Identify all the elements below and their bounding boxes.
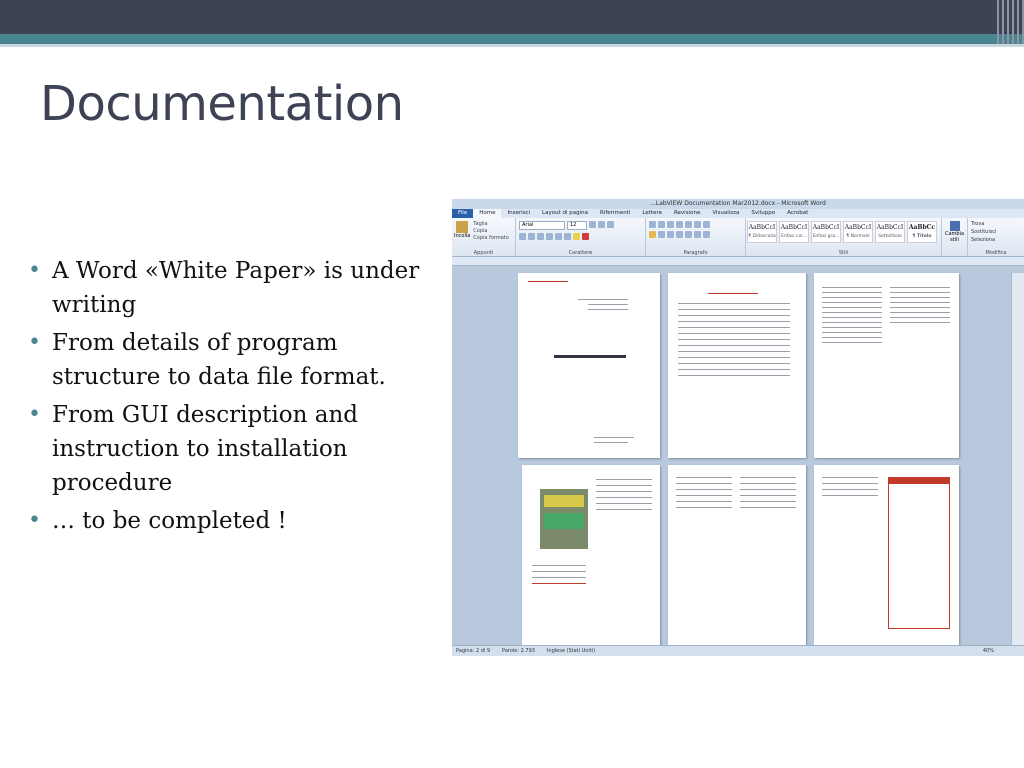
ribbon-group-clipboard: Incolla Taglia Copia Copia formato Appun… <box>452 218 516 256</box>
group-label: Appunti <box>473 250 494 256</box>
status-zoom[interactable]: 40% <box>983 646 1024 656</box>
status-language: Inglese (Stati Uniti) <box>546 648 596 654</box>
tab-developer[interactable]: Sviluppo <box>745 209 781 218</box>
bullet-item: From details of program structure to dat… <box>24 326 424 394</box>
change-styles-button[interactable]: Cambia stili <box>942 218 968 256</box>
word-status-bar: Pagina: 2 di 9 Parole: 2.793 Inglese (St… <box>452 645 1024 656</box>
status-page: Pagina: 2 di 9 <box>456 648 491 654</box>
word-screenshot: ...LabVIEW Documentation Mar2012.docx - … <box>452 199 1024 656</box>
slide-title: Documentation <box>40 76 404 132</box>
tab-acrobat[interactable]: Acrobat <box>781 209 814 218</box>
style-title[interactable]: AaBbCc ¶ Titolo <box>907 221 937 243</box>
indent-increase-icon[interactable] <box>685 221 692 228</box>
font-size-select[interactable]: 12 <box>567 221 587 230</box>
numbering-icon[interactable] <box>658 221 665 228</box>
vertical-scrollbar[interactable] <box>1011 273 1024 645</box>
group-label: Paragrafo <box>683 250 708 256</box>
slide-corner-stripes <box>980 0 1024 44</box>
bold-icon[interactable] <box>519 233 526 240</box>
align-center-icon[interactable] <box>658 231 665 238</box>
pilcrow-icon[interactable] <box>703 221 710 228</box>
bullet-item: From GUI description and instruction to … <box>24 398 424 500</box>
select-button[interactable]: Seleziona <box>971 236 1021 244</box>
underline-icon[interactable] <box>537 233 544 240</box>
subscript-icon[interactable] <box>555 233 562 240</box>
ribbon-group-styles: AaBbCcI ¶ Didascalia AaBbCcI Enfasi cor...… <box>746 218 942 256</box>
bullet-list: A Word «White Paper» is under writing Fr… <box>24 254 424 542</box>
copy-button[interactable]: Copia <box>473 228 509 235</box>
tab-file[interactable]: File <box>452 209 474 218</box>
tab-mailings[interactable]: Lettere <box>636 209 668 218</box>
font-color-icon[interactable] <box>582 233 589 240</box>
highlight-icon[interactable] <box>573 233 580 240</box>
superscript-icon[interactable] <box>564 233 571 240</box>
ribbon-group-paragraph: Paragrafo <box>646 218 746 256</box>
style-subtitle[interactable]: AaBbCcI Sottotitolo <box>875 221 905 243</box>
doc-page <box>814 273 959 458</box>
gui-screenshot-figure <box>540 489 588 549</box>
multilevel-icon[interactable] <box>667 221 674 228</box>
tab-references[interactable]: Riferimenti <box>594 209 636 218</box>
doc-page <box>814 465 959 650</box>
strikethrough-icon[interactable] <box>546 233 553 240</box>
shading-icon[interactable] <box>694 231 701 238</box>
format-painter-button[interactable]: Copia formato <box>473 235 509 242</box>
word-ribbon: Incolla Taglia Copia Copia formato Appun… <box>452 218 1024 257</box>
ribbon-group-font: Arial 12 Carattere <box>516 218 646 256</box>
word-title-bar: ...LabVIEW Documentation Mar2012.docx - … <box>452 199 1024 209</box>
doc-page <box>668 465 806 650</box>
group-label: Carattere <box>568 250 593 256</box>
align-right-icon[interactable] <box>667 231 674 238</box>
slide-top-bar <box>0 0 1024 34</box>
style-strong[interactable]: AaBbCcI Enfasi gra... <box>811 221 841 243</box>
line-spacing-icon[interactable] <box>685 231 692 238</box>
cut-button[interactable]: Taglia <box>473 221 509 228</box>
shrink-font-icon[interactable] <box>598 221 605 228</box>
document-pages-area <box>452 273 1012 650</box>
style-emphasis[interactable]: AaBbCcI Enfasi cor... <box>779 221 809 243</box>
tab-view[interactable]: Visualizza <box>706 209 745 218</box>
find-button[interactable]: Trova <box>971 220 1021 228</box>
indent-decrease-icon[interactable] <box>676 221 683 228</box>
doc-page <box>522 465 660 650</box>
grow-font-icon[interactable] <box>589 221 596 228</box>
word-ruler <box>452 257 1024 266</box>
style-caption[interactable]: AaBbCcI ¶ Didascalia <box>747 221 777 243</box>
tab-home[interactable]: Home <box>473 209 502 218</box>
ribbon-group-editing: Trova Sostituisci Seleziona Modifica <box>968 218 1024 256</box>
slide-accent-bar <box>0 34 1024 44</box>
paste-button[interactable]: Incolla <box>454 221 470 242</box>
bullets-icon[interactable] <box>649 221 656 228</box>
italic-icon[interactable] <box>528 233 535 240</box>
justify-icon[interactable] <box>676 231 683 238</box>
tab-page-layout[interactable]: Layout di pagina <box>536 209 594 218</box>
doc-page <box>518 273 660 458</box>
clipboard-icon <box>456 221 469 233</box>
replace-button[interactable]: Sostituisci <box>971 228 1021 236</box>
slide-accent-line <box>0 44 1024 47</box>
clear-format-icon[interactable] <box>607 221 614 228</box>
status-words: Parole: 2.793 <box>502 648 535 654</box>
borders-icon[interactable] <box>703 231 710 238</box>
group-label: Modifica <box>985 250 1007 256</box>
tab-review[interactable]: Revisione <box>668 209 706 218</box>
sort-icon[interactable] <box>694 221 701 228</box>
bullet-item: A Word «White Paper» is under writing <box>24 254 424 322</box>
tab-insert[interactable]: Inserisci <box>501 209 536 218</box>
doc-page <box>668 273 806 458</box>
group-label: Stili <box>838 250 849 256</box>
style-normal[interactable]: AaBbCcI ¶ Normale <box>843 221 873 243</box>
bullet-item: … to be completed ! <box>24 504 424 538</box>
word-ribbon-tabs: File Home Inserisci Layout di pagina Rif… <box>452 209 1024 218</box>
align-left-icon[interactable] <box>649 231 656 238</box>
change-styles-icon <box>949 221 960 231</box>
data-table-figure <box>888 477 950 629</box>
font-name-select[interactable]: Arial <box>519 221 565 230</box>
